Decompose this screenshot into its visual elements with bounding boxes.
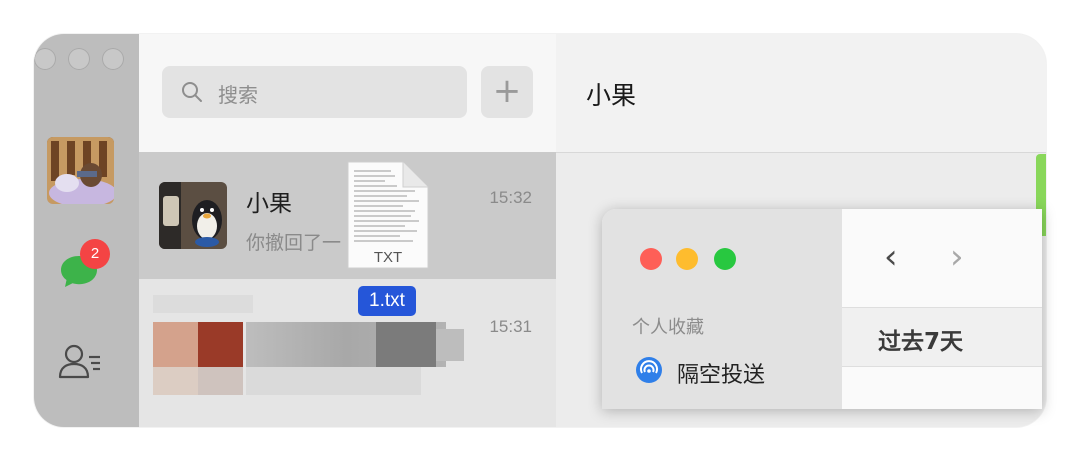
- avatar-image: [47, 137, 114, 204]
- finder-minimize-button[interactable]: [676, 248, 698, 270]
- message-time: 15:31: [489, 317, 532, 336]
- zoom-window-button[interactable]: [102, 48, 124, 70]
- finder-window: 个人收藏 隔空投送 ‹ › 过去7天: [602, 209, 1042, 409]
- blurred-preview: [376, 322, 436, 367]
- chat-row-blurred[interactable]: 15:31: [139, 279, 556, 406]
- sidebar-item-airdrop[interactable]: 隔空投送: [677, 357, 765, 389]
- forward-button[interactable]: ›: [950, 237, 964, 277]
- my-avatar[interactable]: [47, 137, 114, 204]
- blurred-avatar-part: [153, 322, 198, 367]
- unread-badge: 2: [80, 239, 110, 269]
- blurred-avatar-part: [198, 322, 243, 367]
- file-type-label: TXT: [374, 249, 402, 266]
- close-window-button[interactable]: [34, 48, 56, 70]
- recent-section-header: 过去7天: [842, 307, 1042, 367]
- conversation-title: 小果: [586, 81, 637, 110]
- finder-main: ‹ › 过去7天: [842, 209, 1042, 409]
- message-time: 15:32: [489, 188, 532, 207]
- message-preview: 你撤回了一: [246, 232, 342, 254]
- favorites-header: 个人收藏: [632, 317, 704, 338]
- blurred-preview: [436, 329, 464, 361]
- finder-zoom-button[interactable]: [714, 248, 736, 270]
- list-header: 搜索 +: [139, 34, 556, 152]
- search-box[interactable]: 搜索: [162, 66, 467, 118]
- new-chat-button[interactable]: +: [481, 66, 533, 118]
- conversation-header: 小果: [556, 34, 1046, 153]
- contacts-icon[interactable]: [58, 343, 102, 379]
- search-icon: [182, 82, 202, 102]
- blurred-avatar-part: [198, 367, 243, 395]
- contact-avatar: [159, 182, 227, 249]
- finder-sidebar: 个人收藏 隔空投送: [602, 209, 842, 409]
- icon-rail: 2: [34, 34, 139, 427]
- contact-name: 小果: [246, 191, 292, 217]
- dragged-file-name: 1.txt: [358, 286, 416, 316]
- avatar-image: [159, 182, 227, 249]
- minimize-window-button[interactable]: [68, 48, 90, 70]
- search-input[interactable]: 搜索: [218, 79, 258, 108]
- back-button[interactable]: ‹: [884, 237, 898, 277]
- section-label: 过去7天: [878, 329, 964, 355]
- airdrop-icon: [636, 357, 662, 383]
- dragged-file-icon[interactable]: TXT: [345, 159, 431, 271]
- blurred-name: [153, 295, 253, 313]
- blurred-preview: [246, 367, 421, 395]
- finder-close-button[interactable]: [640, 248, 662, 270]
- blurred-avatar-part: [153, 367, 198, 395]
